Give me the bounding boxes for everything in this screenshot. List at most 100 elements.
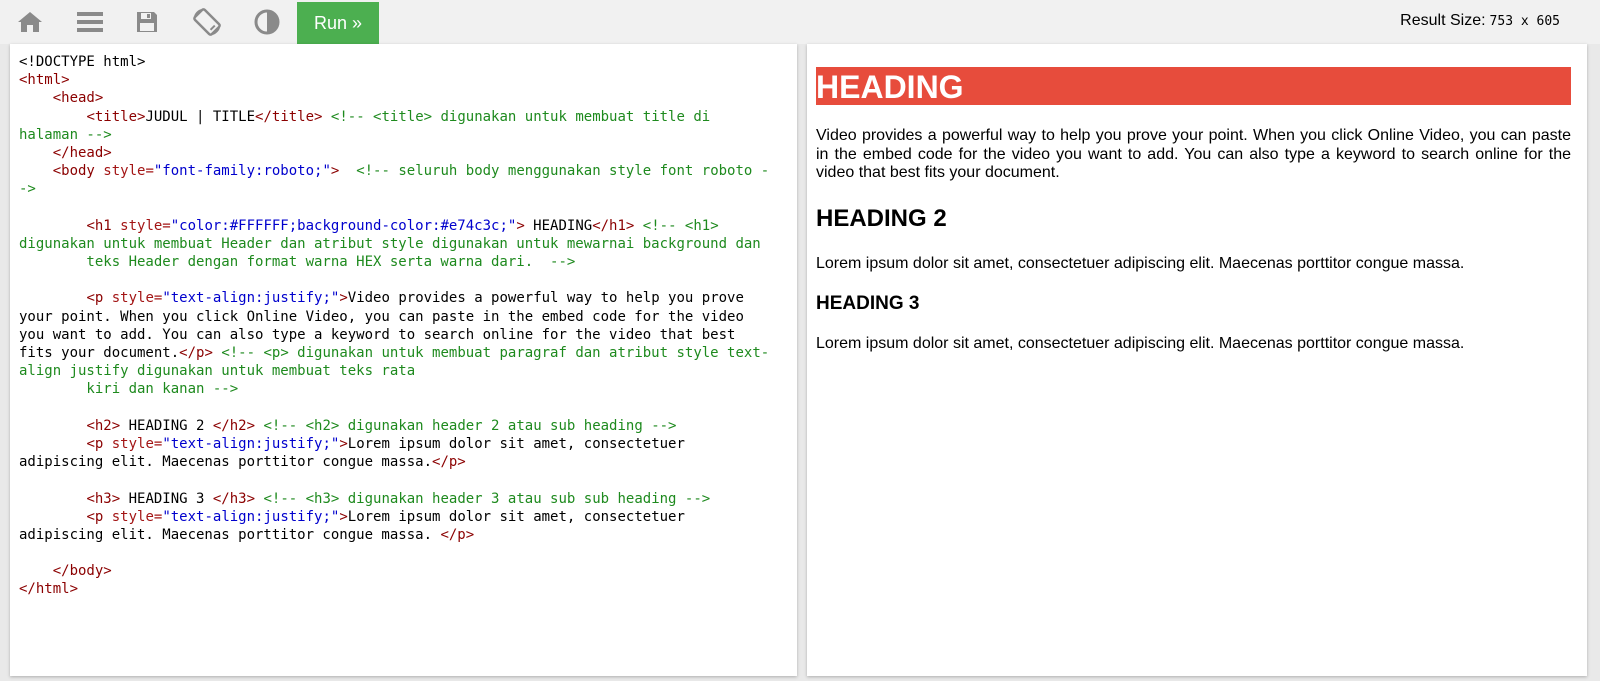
code-token: you want to add. You can also type a key… xyxy=(19,326,736,343)
code-content[interactable]: <!DOCTYPE html> <html> <head> <title>JUDU… xyxy=(19,53,791,599)
code-token: <!-- <title> digunakan untuk membuat tit… xyxy=(330,108,711,125)
code-token: adipiscing elit. Maecenas porttitor cong… xyxy=(19,454,433,471)
code-line: <h2> HEADING 2 </h2> <!-- <h2> digunakan… xyxy=(19,417,791,435)
code-line: <h1 style="color:#FFFFFF;background-colo… xyxy=(19,217,791,235)
code-line: <p style="text-align:justify;">Video pro… xyxy=(19,289,791,307)
code-token: <h3> xyxy=(86,490,121,507)
code-token: "color:#FFFFFF;background-color:#e74c3c;… xyxy=(170,217,517,234)
code-line: adipiscing elit. Maecenas porttitor cong… xyxy=(19,453,791,471)
result-paragraph-3: Lorem ipsum dolor sit amet, consectetuer… xyxy=(816,335,1465,352)
result-paragraph-1: Video provides a powerful way to help yo… xyxy=(816,127,1571,181)
code-token: <!-- <p> digunakan untuk membuat paragra… xyxy=(221,345,770,361)
code-token: > xyxy=(516,217,525,234)
code-token: <p xyxy=(86,508,112,525)
code-token: kiri dan kanan --> xyxy=(19,381,239,398)
code-line: fits your document.</p> <!-- <p> digunak… xyxy=(19,344,791,362)
code-line: </html> xyxy=(19,580,791,598)
home-icon[interactable] xyxy=(10,4,50,40)
result-document: HEADING Video provides a powerful way to… xyxy=(816,67,1571,354)
code-token: <h2> xyxy=(86,417,121,434)
code-line: </head> xyxy=(19,144,791,162)
code-token: <!-- <h2> digunakan header 2 atau sub he… xyxy=(263,417,677,434)
code-token: "text-align:justify;" xyxy=(162,508,340,525)
code-line: digunakan untuk membuat Header dan atrib… xyxy=(19,235,791,253)
code-token: Lorem ipsum dolor sit amet, consectetuer xyxy=(347,508,685,525)
result-pane: HEADING Video provides a powerful way to… xyxy=(807,44,1587,676)
result-size-label: Result Size: xyxy=(1400,12,1486,29)
code-token: teks Header dengan format warna HEX sert… xyxy=(19,254,576,271)
code-line: <html> xyxy=(19,71,791,89)
result-heading-1: HEADING xyxy=(816,67,1571,105)
code-token: <p xyxy=(86,435,112,452)
code-token: digunakan untuk membuat Header dan atrib… xyxy=(19,235,761,252)
code-token: </body> xyxy=(52,563,112,580)
code-token: halaman --> xyxy=(19,126,112,143)
result-heading-2: HEADING 2 xyxy=(816,204,947,232)
code-token: HEADING xyxy=(524,217,593,234)
code-line: </body> xyxy=(19,562,791,580)
code-token: <body xyxy=(52,163,104,180)
code-token: <html> xyxy=(19,72,70,89)
code-line: kiri dan kanan --> xyxy=(19,380,791,398)
code-token: -> xyxy=(19,181,36,198)
code-token: Video provides a powerful way to help yo… xyxy=(347,290,744,307)
code-line: <head> xyxy=(19,89,791,107)
code-line: your point. When you click Online Video,… xyxy=(19,308,791,326)
code-line: <title>JUDUL | TITLE</title> <!-- <title… xyxy=(19,108,791,126)
code-line: halaman --> xyxy=(19,126,791,144)
code-line: align justify digunakan untuk membuat te… xyxy=(19,362,791,380)
save-icon[interactable] xyxy=(127,4,167,40)
code-token: style= xyxy=(103,163,154,180)
code-line: <h3> HEADING 3 </h3> <!-- <h3> digunakan… xyxy=(19,490,791,508)
code-line: -> xyxy=(19,180,791,198)
code-token: "font-family:roboto;" xyxy=(153,163,331,180)
code-token: </p> xyxy=(179,345,213,361)
contrast-icon[interactable] xyxy=(247,4,287,40)
code-line: <body style="font-family:roboto;"> <!-- … xyxy=(19,162,791,180)
code-token: JUDUL | TITLE xyxy=(145,108,256,125)
menu-icon[interactable] xyxy=(70,4,110,40)
code-token: </html> xyxy=(19,581,79,598)
code-token: your point. When you click Online Video,… xyxy=(19,308,744,325)
code-token: > xyxy=(339,508,348,525)
run-button[interactable]: Run » xyxy=(297,2,379,44)
code-token: <head> xyxy=(52,90,104,107)
code-token: </title> xyxy=(255,108,323,125)
code-token: "text-align:justify;" xyxy=(162,290,340,307)
code-token: align justify digunakan untuk membuat te… xyxy=(19,363,416,380)
code-token: fits your document. xyxy=(19,345,180,361)
code-token: HEADING 3 xyxy=(120,490,213,507)
code-line: adipiscing elit. Maecenas porttitor cong… xyxy=(19,526,791,544)
code-line: <p style="text-align:justify;">Lorem ips… xyxy=(19,435,791,453)
code-token: </h2> xyxy=(212,417,256,434)
code-token: <!-- seluruh body menggunakan style font… xyxy=(356,163,770,180)
result-size-value: 753 x 605 xyxy=(1489,14,1560,29)
code-token: HEADING 2 xyxy=(120,417,213,434)
code-token: <p xyxy=(86,290,112,307)
code-editor[interactable]: <!DOCTYPE html> <html> <head> <title>JUDU… xyxy=(10,44,797,676)
code-token: Lorem ipsum dolor sit amet, consectetuer xyxy=(347,435,685,452)
code-token: </h3> xyxy=(212,490,256,507)
code-token: style= xyxy=(111,435,163,452)
code-token: </p> xyxy=(440,526,475,543)
code-token: > xyxy=(339,435,348,452)
result-heading-3: HEADING 3 xyxy=(816,293,920,314)
code-line: teks Header dengan format warna HEX sert… xyxy=(19,253,791,271)
rotate-icon[interactable] xyxy=(187,4,227,40)
